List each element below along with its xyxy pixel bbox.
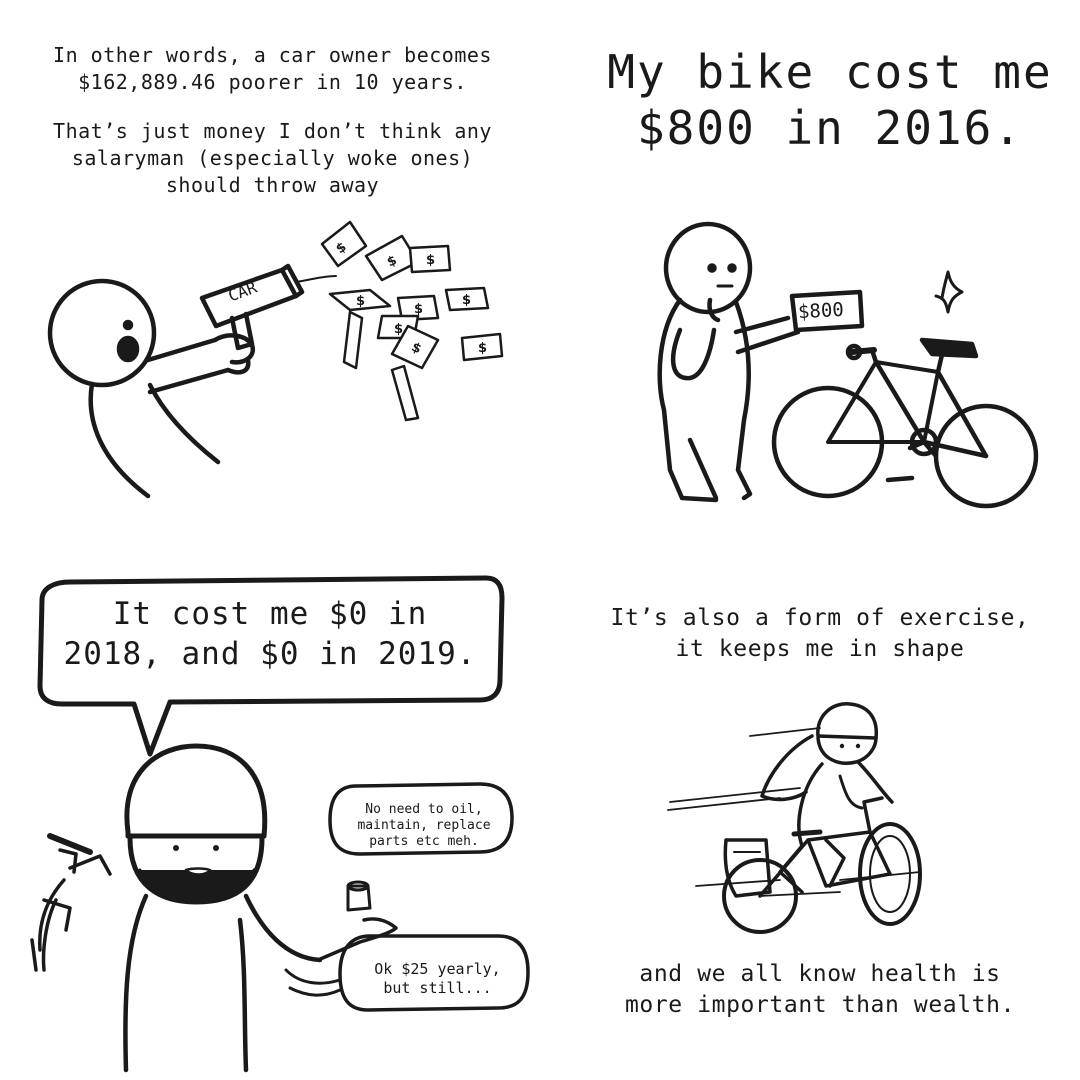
health-text: and we all know health is more important… (580, 959, 1060, 1021)
thought-bubble-2: Ok $25 yearly, but still... (345, 960, 530, 998)
panel-exercise: It’s also a form of exercise, it keeps m… (540, 540, 1080, 1080)
svg-text:$: $ (414, 302, 423, 317)
thought-bubble-1-line-3: parts etc meh. (369, 834, 479, 849)
thought-bubble-1-line-2: maintain, replace (357, 818, 491, 833)
panel-bike-cost: My bike cost me $800 in 2016. $800 (540, 0, 1080, 540)
thought-bubble-2-line-2: but still... (383, 979, 492, 997)
car-cost-text: In other words, a car owner becomes $162… (0, 42, 540, 96)
money-waste-line-3: should throw away (165, 173, 380, 197)
svg-text:$: $ (356, 294, 365, 309)
price-sign-label: $800 (797, 298, 845, 324)
svg-text:$: $ (478, 341, 487, 356)
bike-cost-heading-line-2: $800 in 2016. (636, 101, 1024, 155)
exercise-line-2: it keeps me in shape (675, 636, 965, 662)
health-line-2: more important than wealth. (624, 992, 1016, 1018)
health-line-1: and we all know health is (639, 961, 1001, 987)
exercise-line-1: It’s also a form of exercise, (610, 605, 1030, 631)
money-waste-line-2: salaryman (especially woke ones) (71, 146, 474, 170)
svg-text:$: $ (462, 293, 471, 308)
speech-bubble-line-2: 2018, and $0 in 2019. (63, 636, 477, 672)
panel-car-cost: $ $ $ $ $ $ $ $ $ In other words, a car … (0, 0, 540, 540)
bike-cost-heading-line-1: My bike cost me (607, 45, 1053, 99)
svg-text:$: $ (394, 322, 403, 337)
car-cost-line-1: In other words, a car owner becomes (53, 43, 492, 67)
svg-text:$: $ (426, 253, 435, 268)
car-cost-line-2: $162,889.46 poorer in 10 years. (78, 70, 467, 94)
money-waste-line-1: That’s just money I don’t think any (53, 119, 492, 143)
thought-bubble-2-line-1: Ok $25 yearly, (374, 960, 501, 978)
thought-bubble-1-line-1: No need to oil, (365, 802, 483, 817)
money-waste-text: That’s just money I don’t think any sala… (0, 118, 540, 199)
thought-bubble-1: No need to oil, maintain, replace parts … (336, 802, 512, 850)
panel-zero-cost: It cost me $0 in 2018, and $0 in 2019. N… (0, 540, 540, 1080)
exercise-text: It’s also a form of exercise, it keeps m… (580, 603, 1060, 665)
speech-bubble-line-1: It cost me $0 in (112, 596, 428, 632)
